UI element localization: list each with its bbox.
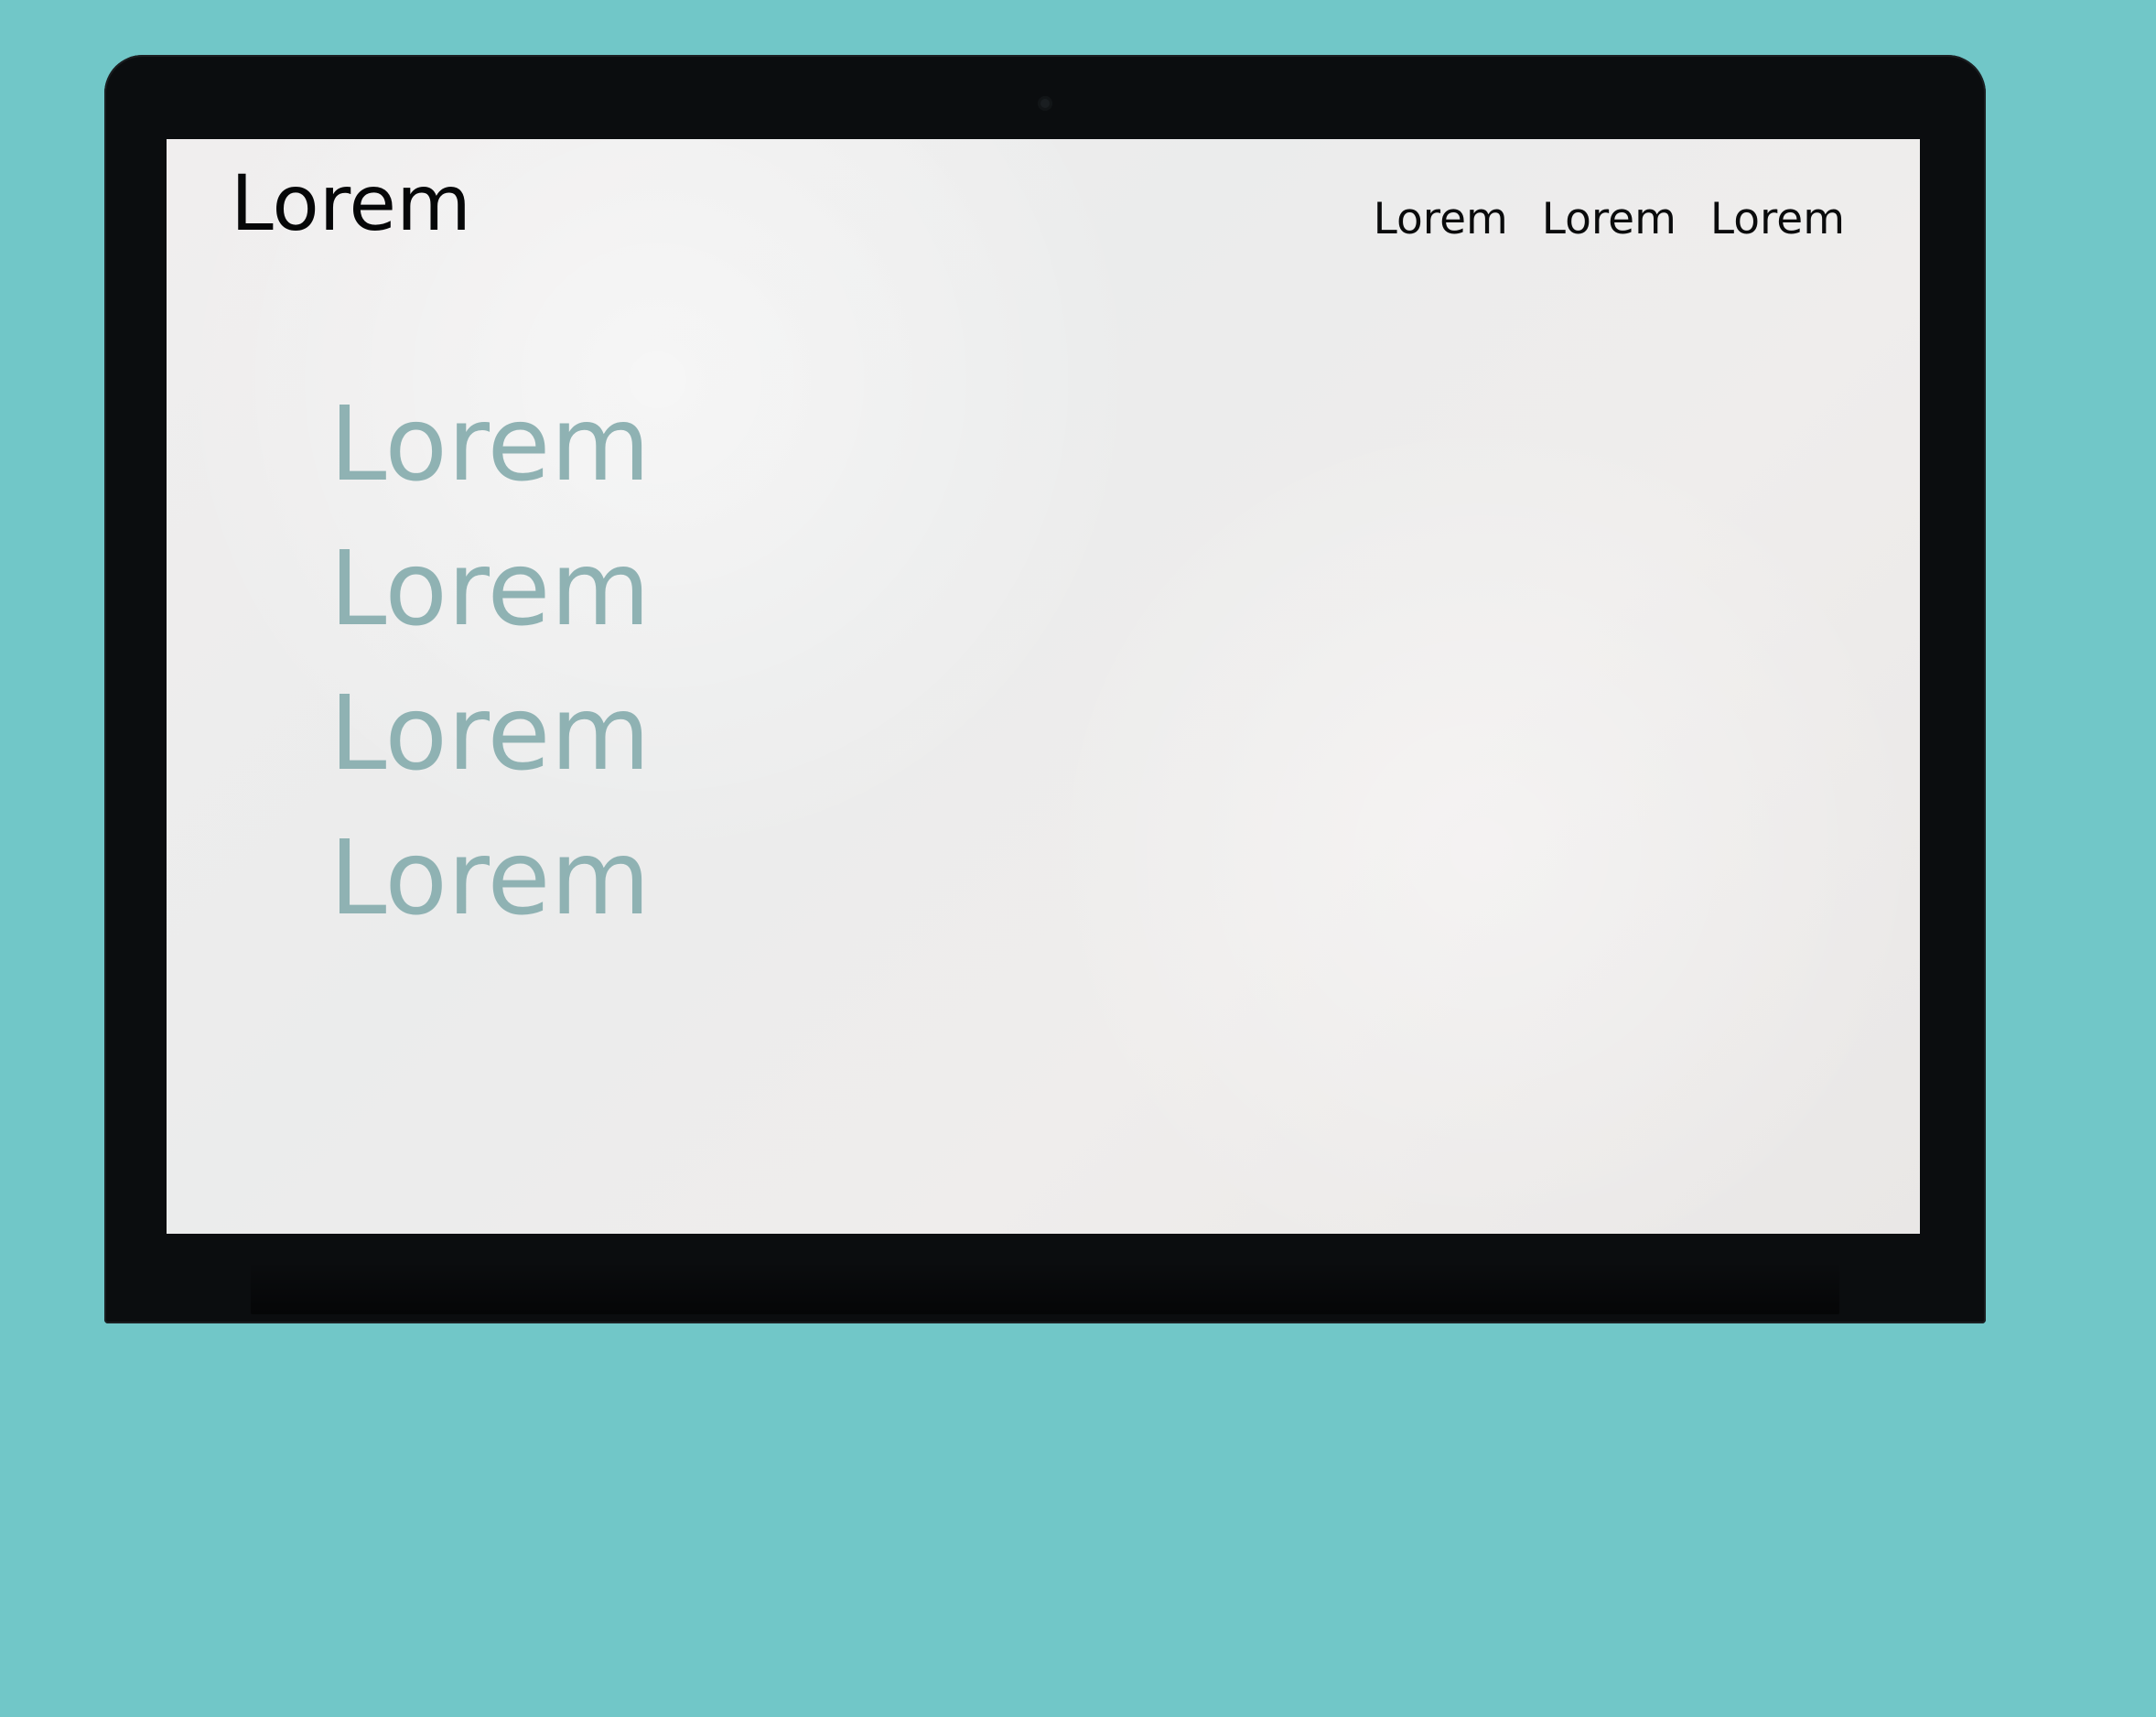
nav-link-1[interactable]: Lorem <box>1374 198 1508 241</box>
top-navigation: Lorem Lorem Lorem <box>1374 198 1845 241</box>
nav-link-2[interactable]: Lorem <box>1542 198 1676 241</box>
main-menu: Lorem Lorem Lorem Lorem <box>329 394 787 972</box>
nav-link-3[interactable]: Lorem <box>1710 198 1845 241</box>
screen: Lorem Lorem Lorem Lorem Lorem Lorem Lore… <box>167 139 1920 1234</box>
menu-item-1[interactable]: Lorem <box>329 394 787 496</box>
laptop-frame: Lorem Lorem Lorem Lorem Lorem Lorem Lore… <box>104 55 1986 1323</box>
menu-item-4[interactable]: Lorem <box>329 827 787 930</box>
menu-item-2[interactable]: Lorem <box>329 538 787 641</box>
camera-icon <box>1038 96 1052 111</box>
menu-item-3[interactable]: Lorem <box>329 683 787 785</box>
site-brand: Lorem <box>231 158 471 248</box>
